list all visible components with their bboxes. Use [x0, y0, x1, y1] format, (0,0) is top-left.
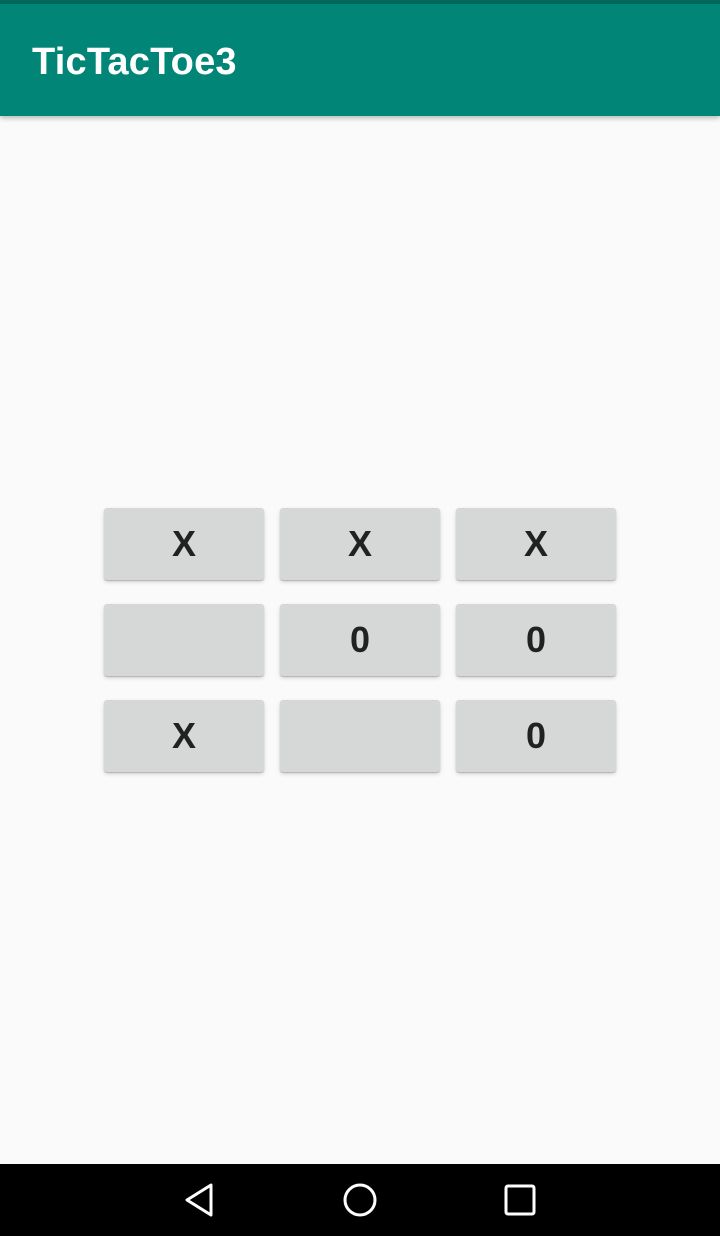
app-bar: TicTacToe3 — [0, 4, 720, 116]
app-title: TicTacToe3 — [32, 41, 237, 83]
cell-r1-c3[interactable]: X — [456, 508, 616, 580]
cell-r2-c1[interactable] — [104, 604, 264, 676]
home-button[interactable] — [340, 1180, 380, 1220]
home-circle-icon — [343, 1183, 377, 1217]
cell-r2-c2[interactable]: 0 — [280, 604, 440, 676]
recents-square-icon — [504, 1184, 536, 1216]
main-content: X X X 0 0 X 0 — [0, 116, 720, 1164]
cell-r1-c2[interactable]: X — [280, 508, 440, 580]
cell-r1-c1[interactable]: X — [104, 508, 264, 580]
game-board: X X X 0 0 X 0 — [104, 508, 616, 772]
cell-r3-c1[interactable]: X — [104, 700, 264, 772]
back-triangle-icon — [185, 1183, 213, 1217]
cell-r3-c2[interactable] — [280, 700, 440, 772]
cell-r2-c3[interactable]: 0 — [456, 604, 616, 676]
cell-r3-c3[interactable]: 0 — [456, 700, 616, 772]
back-button[interactable] — [180, 1180, 220, 1220]
recents-button[interactable] — [500, 1180, 540, 1220]
navigation-bar — [0, 1164, 720, 1236]
